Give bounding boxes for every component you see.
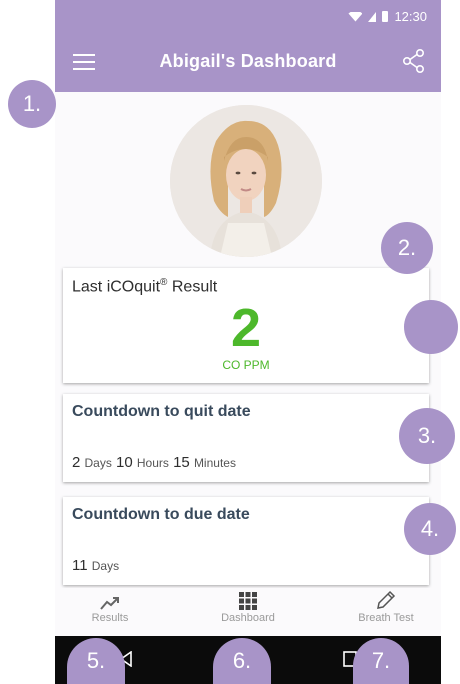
share-icon[interactable] [401, 48, 427, 74]
status-bar: 12:30 [55, 0, 441, 32]
due-countdown-value: 11 Days [72, 557, 120, 574]
battery-icon [382, 11, 389, 22]
nav-dashboard[interactable]: Dashboard [193, 588, 303, 624]
status-time: 12:30 [394, 9, 427, 24]
nav-results-label: Results [91, 612, 129, 624]
wifi-icon [348, 11, 363, 22]
status-icons: 12:30 [348, 9, 427, 24]
quit-countdown-value: 2 Days 10 Hours 15 Minutes [72, 454, 236, 471]
due-countdown-card[interactable]: Countdown to due date 11 Days [63, 497, 429, 585]
avatar [170, 105, 322, 257]
co-value: 2 [230, 298, 262, 358]
callout-marker-blank [404, 300, 458, 354]
co-unit: CO PPM [222, 358, 270, 372]
grid-icon [239, 592, 257, 610]
signal-icon [368, 11, 377, 22]
quit-countdown-title: Countdown to quit date [72, 403, 251, 420]
pen-icon [377, 590, 396, 609]
nav-breath-test-label: Breath Test [358, 612, 414, 624]
app-bar: Abigail's Dashboard [55, 32, 441, 92]
phone-screen: 12:30 Abigail's Dashboard Last iCOquit® … [55, 0, 441, 684]
callout-marker-1: 1. [8, 80, 56, 128]
last-result-title: Last iCOquit® Result [72, 277, 218, 296]
nav-dashboard-label: Dashboard [221, 612, 275, 624]
due-countdown-title: Countdown to due date [72, 506, 250, 523]
callout-marker-2: 2. [381, 222, 433, 274]
quit-countdown-card[interactable]: Countdown to quit date 2 Days 10 Hours 1… [63, 394, 429, 482]
nav-breath-test[interactable]: Breath Test [331, 588, 441, 624]
page-title: Abigail's Dashboard [159, 51, 337, 71]
callout-marker-3: 3. [399, 408, 455, 464]
trending-up-icon [100, 597, 119, 610]
callout-marker-4: 4. [404, 503, 456, 555]
last-result-card[interactable]: Last iCOquit® Result 2 CO PPM [63, 268, 429, 383]
bottom-nav: Results Dashboard Breath Test [55, 588, 441, 632]
nav-results[interactable]: Results [55, 588, 165, 624]
